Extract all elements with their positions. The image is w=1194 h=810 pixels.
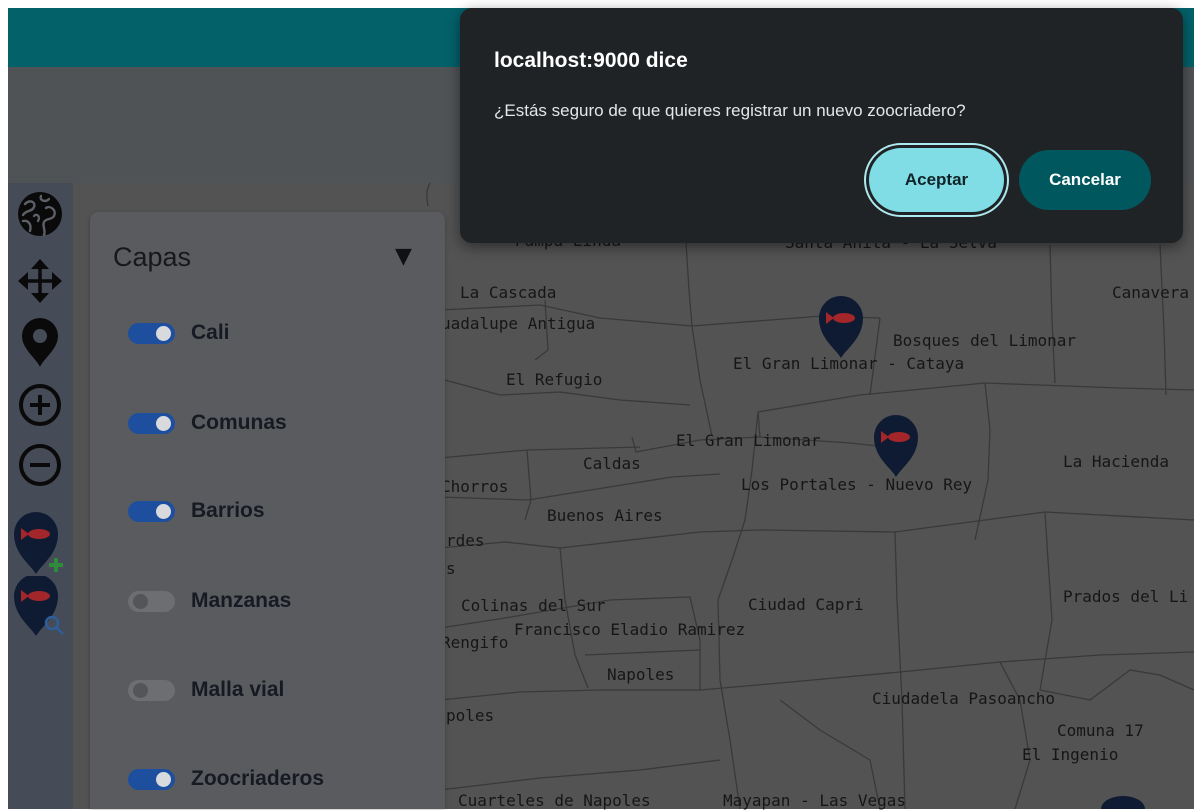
map-label: El Ingenio [1022,745,1119,764]
map-label: El Refugio [506,370,603,389]
map-label: Buenos Aires [547,506,663,525]
accept-button[interactable]: Aceptar [869,148,1004,212]
map-label: Colinas del Sur [461,596,606,615]
layer-label: Malla vial [191,678,285,701]
layer-row-comunas: Comunas [90,408,445,438]
layer-label: Manzanas [191,589,292,612]
cancel-button[interactable]: Cancelar [1019,150,1151,210]
layer-label: Barrios [191,499,265,522]
add-zoocriadero-icon [14,512,63,574]
map-label: poles [446,706,495,725]
map-label: Prados del Li [1063,587,1189,606]
map-label: La Cascada [460,283,557,302]
zoom-in-button[interactable] [17,382,63,428]
pan-button[interactable] [16,257,64,305]
map-label: Ciudadela Pasoancho [872,689,1056,708]
map-label: El Gran Limonar [676,431,821,450]
map-label: uadalupe Antigua [441,314,596,333]
layer-row-manzanas: Manzanas [90,586,445,616]
search-zoocriadero-button[interactable] [12,576,68,640]
move-icon [18,259,62,303]
map-label: Comuna 17 [1057,721,1144,740]
zoocriadero-marker[interactable] [874,415,918,477]
zoom-out-icon [19,444,61,486]
zoom-in-icon [19,384,61,426]
layer-row-zoocriaderos: Zoocriaderos [90,764,445,794]
map-label: Napoles [607,665,675,684]
map-label: Caldas [583,454,641,473]
map-label: Rengifo [441,633,509,652]
layer-row-cali: Cali [90,318,445,348]
locate-button[interactable] [18,318,62,368]
map-label: El Gran Limonar - Cataya [733,354,965,373]
layer-toggle-manzanas[interactable] [128,591,175,612]
globe-icon [18,192,62,237]
layer-row-barrios: Barrios [90,496,445,526]
map-label: La Hacienda [1063,452,1169,471]
layer-row-malla-vial: Malla vial [90,675,445,705]
map-label: Mayapan - Las Vegas [723,791,907,810]
layers-panel-title: Capas [113,242,192,272]
map-label: Bosques del Limonar [893,331,1077,350]
map-label: Chorros [441,477,509,496]
layers-panel: Capas ▼ Cali Comunas Barrios Manzanas Ma… [90,212,445,809]
map-label: Los Portales - Nuevo Rey [741,475,973,494]
layer-label: Cali [191,321,230,344]
zoom-out-button[interactable] [17,442,63,488]
map-label: s [446,559,456,578]
map-label: Canavera [1112,283,1190,302]
collapse-triangle-icon[interactable]: ▼ [395,242,412,272]
map-label: rdes [446,531,485,550]
map-toolbar [8,183,73,809]
dialog-title: localhost:9000 dice [494,49,688,72]
layer-toggle-cali[interactable] [128,323,175,344]
location-pin-icon [22,318,58,367]
confirm-dialog: localhost:9000 dice ¿Estás seguro de que… [460,8,1183,243]
layer-toggle-malla-vial[interactable] [128,680,175,701]
layer-toggle-comunas[interactable] [128,413,175,434]
map-label: Ciudad Capri [748,595,864,614]
add-zoocriadero-button[interactable] [12,512,68,578]
search-zoocriadero-icon [14,576,64,636]
zoocriadero-marker[interactable] [1101,796,1145,809]
basemap-button[interactable] [16,190,64,238]
map-label: Cuarteles de Napoles [458,791,651,810]
dialog-message: ¿Estás seguro de que quieres registrar u… [494,101,966,120]
zoocriadero-marker[interactable] [819,296,863,358]
layer-label: Zoocriaderos [191,767,325,790]
map-label: Francisco Eladio Ramirez [514,620,746,639]
layer-toggle-zoocriaderos[interactable] [128,769,175,790]
layer-label: Comunas [191,411,287,434]
layer-toggle-barrios[interactable] [128,501,175,522]
